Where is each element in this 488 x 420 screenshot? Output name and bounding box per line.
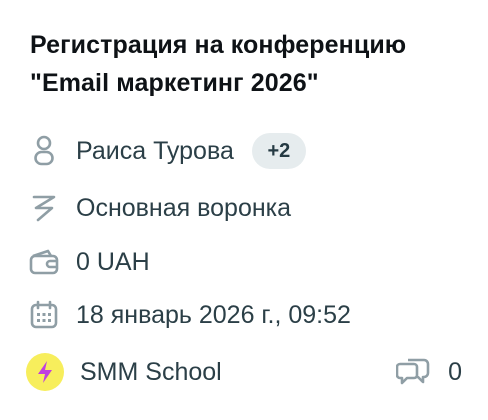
deal-amount: 0 UAH bbox=[76, 247, 150, 276]
person-icon bbox=[26, 133, 62, 169]
deal-title: Регистрация на конференцию "Email маркет… bbox=[30, 31, 407, 97]
owner-name-link[interactable]: Раиса Турова bbox=[76, 137, 234, 166]
funnel-icon bbox=[26, 190, 62, 226]
pipeline-name: Основная воронка bbox=[76, 193, 292, 222]
owner-row: Раиса Турова +2 bbox=[26, 131, 462, 171]
date-row: 18 январь 2026 г., 09:52 bbox=[26, 295, 462, 335]
chat-bubbles-icon bbox=[395, 354, 430, 391]
wallet-icon bbox=[26, 244, 62, 280]
lightning-icon bbox=[38, 361, 52, 383]
amount-row: 0 UAH bbox=[26, 242, 462, 282]
source-name: SMM School bbox=[80, 357, 222, 386]
source-row: SMM School 0 bbox=[26, 352, 462, 392]
calendar-icon bbox=[26, 297, 62, 333]
source-avatar bbox=[26, 353, 64, 391]
comments-button[interactable]: 0 bbox=[395, 352, 462, 392]
deal-date: 18 январь 2026 г., 09:52 bbox=[76, 300, 351, 329]
deal-card: Регистрация на конференцию "Email маркет… bbox=[0, 0, 488, 420]
comments-count: 0 bbox=[448, 357, 462, 386]
pipeline-row: Основная воронка bbox=[26, 188, 462, 228]
extra-owners-badge[interactable]: +2 bbox=[251, 133, 306, 169]
